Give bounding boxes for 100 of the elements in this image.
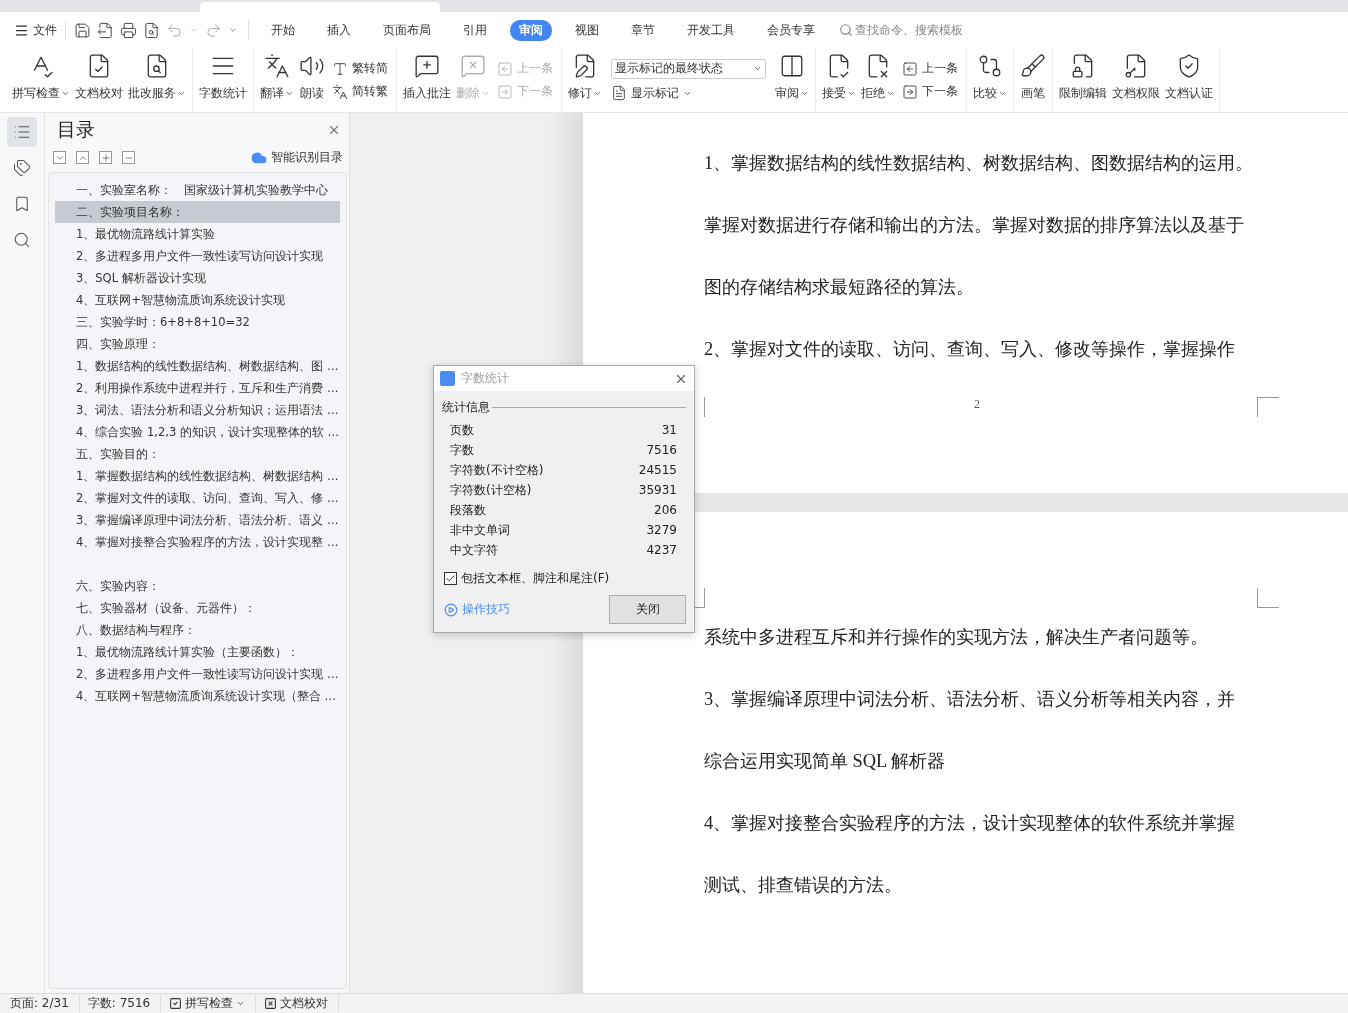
toc-item[interactable]: 4、互联网+智慧物流质询系统设计实现 xyxy=(55,289,340,311)
stat-value: 7516 xyxy=(646,443,677,457)
menu-tab[interactable]: 审阅 xyxy=(510,19,552,41)
stat-label: 中文字符 xyxy=(450,541,498,559)
toc-item[interactable]: 六、实验内容： xyxy=(55,553,340,597)
toc-item[interactable]: 1、数据结构的线性数据结构、树数据结构、图 … xyxy=(55,355,340,377)
command-search[interactable]: 查找命令、搜索模板 xyxy=(839,21,963,39)
convert-icon xyxy=(332,83,348,100)
ribbon-button[interactable]: 插入批注 xyxy=(401,48,453,112)
document-text-line: 综合运用实现简单 SQL 解析器 xyxy=(704,750,947,773)
caret-icon xyxy=(753,64,762,73)
ribbon-button[interactable]: 审阅 xyxy=(773,48,811,112)
ribbon-button[interactable]: 字数统计 xyxy=(197,48,249,112)
stat-value: 35931 xyxy=(638,483,677,497)
toc-item[interactable]: 一、实验室名称： 国家级计算机实验教学中心 xyxy=(55,179,340,201)
spell-check-button[interactable]: 拼写检查 xyxy=(169,995,257,1012)
markup-select[interactable]: 显示标记的最终状态 xyxy=(611,58,766,79)
remove-level-button[interactable] xyxy=(122,151,135,164)
stat-label: 字符数(计空格) xyxy=(450,481,532,499)
ribbon-button[interactable]: 拒绝 xyxy=(859,48,897,112)
menu-tab[interactable]: 视图 xyxy=(566,19,608,41)
outline-icon[interactable] xyxy=(7,117,37,147)
toc-item[interactable]: 2、利用操作系统中进程并行，互斥和生产消费 … xyxy=(55,377,340,399)
ribbon-button[interactable]: 文档认证 xyxy=(1163,48,1215,112)
toc-item[interactable]: 三、实验学时：6+8+8+10=32 xyxy=(55,311,340,333)
toc-item[interactable]: 1、最优物流路线计算实验（主要函数）： xyxy=(55,641,340,663)
ribbon-button[interactable]: 比较 xyxy=(971,48,1009,112)
include-checkbox[interactable]: 包括文本框、脚注和尾注(F) xyxy=(434,560,694,587)
ribbon-button[interactable]: 上一条 xyxy=(902,60,958,77)
redo-icon[interactable] xyxy=(205,21,222,39)
toc-item[interactable]: 二、实验项目名称： xyxy=(55,201,340,223)
ribbon-button[interactable]: 拼写检查 xyxy=(10,48,72,112)
toc-item[interactable]: 3、掌握编译原理中词法分析、语法分析、语义 … xyxy=(55,509,340,531)
proofread-button[interactable]: 文档校对 xyxy=(264,995,340,1012)
ribbon-button[interactable]: 文档校对 xyxy=(73,48,125,112)
menu-tab[interactable]: 会员专享 xyxy=(758,19,824,41)
toc-item[interactable]: 4、综合实验 1,2,3 的知识，设计实现整体的软 … xyxy=(55,421,340,443)
ribbon-button[interactable]: 简转繁 xyxy=(332,83,388,100)
toc-item[interactable]: 五、实验目的： xyxy=(55,443,340,465)
toc-item[interactable]: 1、掌握数据结构的线性数据结构、树数据结构 … xyxy=(55,465,340,487)
close-icon[interactable] xyxy=(327,123,341,137)
file-menu[interactable]: 文件 xyxy=(14,20,66,40)
menu-tab[interactable]: 页面布局 xyxy=(374,19,440,41)
toc-item[interactable]: 4、互联网+智慧物流质询系统设计实现（整合 … xyxy=(55,685,340,707)
undo-icon[interactable] xyxy=(166,21,183,39)
caret-icon[interactable] xyxy=(228,25,238,35)
toc-item[interactable]: 2、掌握对文件的读取、访问、查询、写入、修 … xyxy=(55,487,340,509)
smart-toc-button[interactable]: 智能识别目录 xyxy=(251,149,343,166)
toc-item[interactable]: 3、SQL 解析器设计实现 xyxy=(55,267,340,289)
close-button[interactable]: 关闭 xyxy=(609,595,686,624)
play-icon xyxy=(444,602,458,617)
checkbox-icon xyxy=(169,997,183,1010)
toc-item[interactable]: 2、多进程多用户文件一致性读写访问设计实现 xyxy=(55,245,340,267)
menu-tab[interactable]: 开发工具 xyxy=(678,19,744,41)
document-text-line: 掌握对数据进行存储和输出的方法。掌握对数据的排序算法以及基于 xyxy=(704,214,1245,237)
ribbon-button[interactable]: 翻译 xyxy=(258,48,296,112)
ribbon-button[interactable]: 修订 xyxy=(566,48,604,112)
translate-icon xyxy=(264,53,290,79)
toc-item[interactable]: 四、实验原理： xyxy=(55,333,340,355)
ribbon-button[interactable]: 繁转简 xyxy=(332,60,388,77)
comment-x-icon xyxy=(460,53,486,79)
ribbon-button[interactable]: 下一条 xyxy=(902,83,958,100)
collapse-button[interactable] xyxy=(76,151,89,164)
ribbon-button[interactable]: 显示标记 xyxy=(611,84,766,102)
toc-item[interactable]: 3、词法、语法分析和语义分析知识；运用语法 … xyxy=(55,399,340,421)
menu-tab[interactable]: 引用 xyxy=(454,19,496,41)
menu-tab[interactable]: 开始 xyxy=(262,19,304,41)
ribbon-button[interactable]: 接受 xyxy=(820,48,858,112)
caret-icon xyxy=(800,89,809,98)
toc-item[interactable]: 八、数据结构与程序： xyxy=(55,619,340,641)
stat-value: 4237 xyxy=(646,543,677,557)
convert-icon xyxy=(332,60,348,77)
ribbon-button[interactable]: 朗读 xyxy=(297,48,327,112)
ribbon-button[interactable]: 文档权限 xyxy=(1110,48,1162,112)
toc-item[interactable]: 2、多进程多用户文件一致性读写访问设计实现 … xyxy=(55,663,340,685)
toc-item[interactable]: 1、最优物流路线计算实验 xyxy=(55,223,340,245)
export-icon[interactable] xyxy=(97,21,114,39)
ribbon-button[interactable]: 画笔 xyxy=(1018,48,1048,112)
ribbon-button[interactable]: 批改服务 xyxy=(126,48,188,112)
toc-item[interactable]: 七、实验器材（设备、元器件）： xyxy=(55,597,340,619)
expand-button[interactable] xyxy=(53,151,66,164)
document-icon xyxy=(611,85,627,101)
ribbon-button[interactable]: 限制编辑 xyxy=(1057,48,1109,112)
brush-icon xyxy=(1020,53,1046,79)
document-text-line: 图的存储结构求最短路径的算法。 xyxy=(704,276,975,299)
add-level-button[interactable] xyxy=(99,151,112,164)
margin-corner-mark xyxy=(1257,588,1279,608)
toc-item[interactable]: 4、掌握对接整合实验程序的方法，设计实现整 … xyxy=(55,531,340,553)
menu-tab[interactable]: 插入 xyxy=(318,19,360,41)
document-text-line: 2、掌握对文件的读取、访问、查询、写入、修改等操作，掌握操作 xyxy=(704,338,1237,361)
word-count: 字数: 7516 xyxy=(87,995,162,1012)
save-icon[interactable] xyxy=(74,21,91,39)
preview-icon[interactable] xyxy=(143,21,160,39)
document-text-line: 系统中多进程互斥和并行操作的实现方法，解决生产者问题等。 xyxy=(704,626,1209,649)
caret-icon xyxy=(285,89,294,98)
app-logo-icon xyxy=(440,371,455,386)
columns-icon xyxy=(779,53,805,79)
menu-tab[interactable]: 章节 xyxy=(622,19,664,41)
print-icon[interactable] xyxy=(120,21,137,39)
caret-icon xyxy=(177,89,186,98)
